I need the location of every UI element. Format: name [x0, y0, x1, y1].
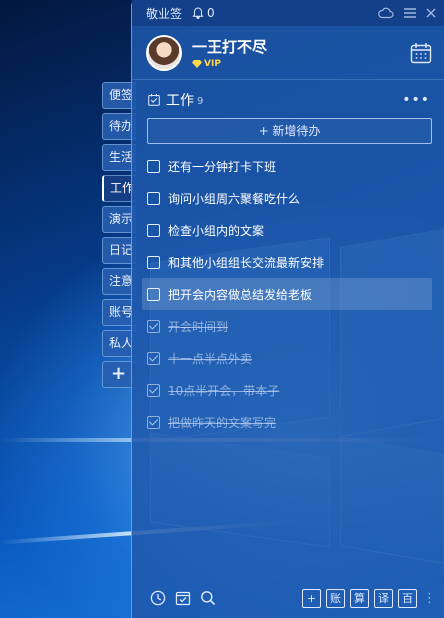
completed-todo-item[interactable]: 开会时间到 — [142, 310, 432, 342]
app-title: 敬业签 — [146, 6, 183, 21]
completed-todo-item[interactable]: 把做昨天的文案写完 — [142, 406, 432, 438]
todo-item[interactable]: 检查小组内的文案 — [142, 214, 432, 246]
bottom-toolbar: + 账 算 译 百 ⋮ — [132, 578, 444, 618]
avatar[interactable] — [146, 34, 182, 71]
todo-checkbox-checked[interactable] — [147, 319, 160, 333]
calculator-tool-button[interactable]: 算 — [350, 588, 369, 608]
list-count: 9 — [197, 96, 204, 107]
todo-text: 检查小组内的文案 — [168, 223, 265, 238]
todo-checkbox-checked[interactable] — [147, 383, 160, 397]
search-button[interactable] — [200, 590, 216, 606]
check-list-icon — [148, 94, 160, 106]
todo-list: 还有一分钟打卡下班 询问小组周六聚餐吃什么 检查小组内的文案 和其他小组组长交流… — [132, 150, 444, 438]
todo-item[interactable]: 还有一分钟打卡下班 — [142, 150, 432, 182]
title-bar: 敬业签 0 — [132, 0, 444, 26]
todo-checkbox[interactable] — [147, 159, 160, 173]
todo-checkbox-checked[interactable] — [147, 351, 160, 365]
clock-icon — [150, 590, 166, 606]
todo-checkbox[interactable] — [147, 287, 160, 301]
translate-tool-button[interactable]: 译 — [374, 588, 393, 608]
todo-item[interactable]: 和其他小组组长交流最新安排 — [142, 246, 432, 278]
calendar-icon — [410, 42, 432, 63]
todo-checkbox[interactable] — [147, 191, 160, 205]
notification-count: 0 — [207, 6, 215, 20]
calendar-button[interactable] — [410, 42, 432, 64]
completed-todo-item[interactable]: 10点半开会，带本子 — [142, 374, 432, 406]
menu-icon — [404, 8, 416, 18]
close-icon — [426, 8, 436, 18]
account-tool-button[interactable]: 账 — [326, 588, 345, 608]
todo-checkbox[interactable] — [147, 255, 160, 269]
add-note-button[interactable]: + — [302, 588, 321, 608]
todo-text: 十一点半点外卖 — [168, 351, 253, 366]
add-todo-button[interactable]: + 新增待办 — [147, 118, 432, 144]
search-icon — [201, 591, 216, 606]
reminder-button[interactable] — [150, 590, 166, 606]
todo-checkbox[interactable] — [147, 223, 160, 237]
list-title: 工作 — [166, 93, 194, 109]
more-tools-button[interactable]: ⋮ — [423, 591, 436, 606]
todo-text: 和其他小组组长交流最新安排 — [168, 255, 325, 270]
notes-panel: 敬业签 0 一王打不尽 VIP 工作 9 ••• + 新增待办 还有一分钟打卡下… — [131, 0, 444, 618]
todo-view-button[interactable] — [175, 590, 191, 606]
user-info: 一王打不尽 VIP — [192, 36, 410, 69]
todo-text: 询问小组周六聚餐吃什么 — [168, 191, 301, 206]
completed-todo-item[interactable]: 十一点半点外卖 — [142, 342, 432, 374]
todo-text: 把做昨天的文案写完 — [168, 415, 277, 430]
todo-text: 10点半开会，带本子 — [168, 383, 280, 398]
user-row: 一王打不尽 VIP — [132, 26, 444, 80]
todo-item-highlighted[interactable]: 把开会内容做总结发给老板 — [142, 278, 432, 310]
cloud-icon — [378, 7, 394, 19]
menu-button[interactable] — [404, 8, 416, 18]
close-button[interactable] — [426, 8, 436, 18]
todo-checkbox-checked[interactable] — [147, 415, 160, 429]
vip-badge: VIP — [192, 59, 410, 69]
list-header: 工作 9 ••• — [132, 80, 444, 114]
todo-text: 开会时间到 — [168, 319, 229, 334]
check-note-icon — [175, 591, 191, 606]
cloud-sync-button[interactable] — [378, 7, 394, 19]
bell-icon — [192, 7, 204, 19]
diamond-icon — [192, 60, 202, 68]
todo-item[interactable]: 询问小组周六聚餐吃什么 — [142, 182, 432, 214]
todo-text: 把开会内容做总结发给老板 — [168, 287, 313, 302]
notification-button[interactable]: 0 — [192, 6, 215, 20]
vip-label: VIP — [204, 59, 221, 69]
user-name: 一王打不尽 — [192, 38, 268, 56]
baidu-tool-button[interactable]: 百 — [398, 588, 417, 608]
more-options-button[interactable]: ••• — [402, 92, 430, 108]
todo-text: 还有一分钟打卡下班 — [168, 159, 277, 174]
